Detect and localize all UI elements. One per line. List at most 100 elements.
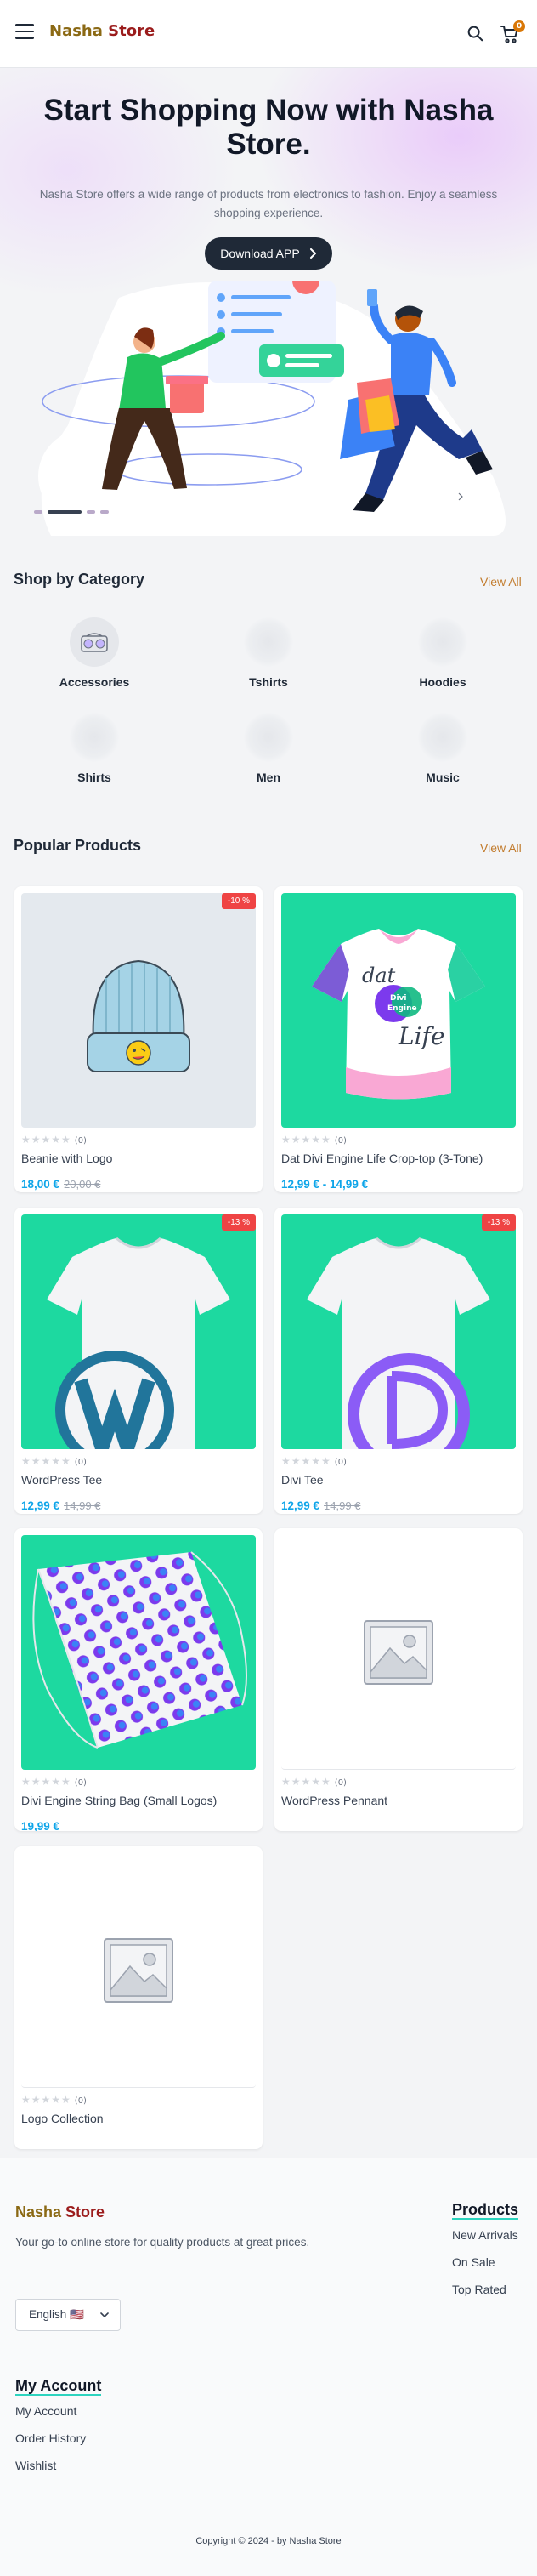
crop-top-text-engine: Engine xyxy=(387,1004,417,1013)
product-image-placeholder xyxy=(21,1853,256,2088)
copyright-text: Copyright © 2024 - by Nasha Store xyxy=(195,2536,342,2546)
language-selector[interactable]: English 🇺🇸 xyxy=(15,2299,121,2331)
rating-count: (0) xyxy=(334,1778,347,1788)
language-label: English 🇺🇸 xyxy=(29,2308,84,2321)
beanie-image xyxy=(87,959,190,1072)
crop-top-image: dat Divi Engine Life xyxy=(312,929,485,1100)
brand-logo[interactable]: Nasha Store xyxy=(49,22,155,40)
old-price: 20,00 € xyxy=(64,1178,101,1191)
rating-stars: ★★★★★ (0) xyxy=(21,2094,87,2106)
product-card-beanie[interactable]: -10 % ★★★★★ (0) Beanie with Logo 18,00 € 2… xyxy=(14,886,263,1192)
search-icon[interactable] xyxy=(466,24,484,43)
category-tshirts[interactable]: Tshirts xyxy=(201,617,336,689)
footer-link-my-account[interactable]: My Account xyxy=(15,2404,76,2418)
product-card-divi-tee[interactable]: -13 % ★★★★★ (0) Divi Tee 12,99 € 14,99 € xyxy=(274,1208,523,1514)
category-label: Music xyxy=(426,771,460,784)
footer-link-new-arrivals[interactable]: New Arrivals xyxy=(452,2228,518,2242)
current-price: 12,99 € - 14,99 € xyxy=(281,1178,369,1191)
string-bag-image xyxy=(32,1551,247,1749)
footer-link-top-rated[interactable]: Top Rated xyxy=(452,2283,506,2296)
rating-count: (0) xyxy=(74,1136,87,1146)
product-name: Beanie with Logo xyxy=(21,1152,113,1165)
hamburger-icon[interactable] xyxy=(15,24,34,39)
footer-brand-second: Store xyxy=(61,2204,105,2221)
footer-link-on-sale[interactable]: On Sale xyxy=(452,2255,495,2269)
rating-count: (0) xyxy=(334,1458,347,1467)
product-image-placeholder xyxy=(281,1535,516,1770)
category-label: Shirts xyxy=(77,771,111,784)
carousel-dot-active[interactable] xyxy=(48,510,82,514)
category-image xyxy=(244,617,293,667)
carousel-dot[interactable] xyxy=(100,510,109,514)
product-card-crop-top[interactable]: dat Divi Engine Life ★★★★★ (0) Dat Divi E… xyxy=(274,886,523,1192)
category-accessories[interactable]: Accessories xyxy=(26,617,162,689)
category-men[interactable]: Men xyxy=(201,713,336,784)
chevron-down-icon xyxy=(100,2312,109,2318)
product-name: WordPress Pennant xyxy=(281,1794,388,1807)
sale-badge: -13 % xyxy=(481,1214,516,1231)
rating-stars: ★★★★★ (0) xyxy=(21,1776,87,1788)
hero-description: Nasha Store offers a wide range of produ… xyxy=(39,188,498,219)
product-card-wordpress-pennant[interactable]: ★★★★★ (0) WordPress Pennant xyxy=(274,1528,523,1831)
footer-account-heading: My Account xyxy=(15,2377,102,2396)
product-image xyxy=(281,1214,516,1449)
hero-banner: Start Shopping Now with Nasha Store. Nas… xyxy=(0,68,537,544)
products-view-all-link[interactable]: View All xyxy=(480,841,522,855)
site-footer: Nasha Store Your go-to online store for … xyxy=(0,2158,537,2576)
product-card-wordpress-tee[interactable]: -13 % ★★★★★ (0) WordPress Tee 12,99 € 14,9… xyxy=(14,1208,263,1514)
rating-stars: ★★★★★ (0) xyxy=(281,1134,347,1146)
boombox-icon xyxy=(81,633,108,652)
popular-products-title: Popular Products xyxy=(14,837,142,854)
rating-stars: ★★★★★ (0) xyxy=(21,1455,87,1467)
carousel-dot[interactable] xyxy=(34,510,42,514)
sale-badge: -13 % xyxy=(221,1214,256,1231)
current-price: 18,00 € xyxy=(21,1178,60,1191)
product-price: 12,99 € 14,99 € xyxy=(281,1499,360,1512)
crop-top-text-dat: dat xyxy=(362,964,396,987)
footer-brand[interactable]: Nasha Store xyxy=(15,2204,105,2221)
current-price: 12,99 € xyxy=(281,1499,320,1512)
crop-top-text-life: Life xyxy=(398,1022,444,1050)
crop-top-text-divi: Divi xyxy=(390,994,407,1003)
product-card-string-bag[interactable]: ★★★★★ (0) Divi Engine String Bag (Small L… xyxy=(14,1528,263,1831)
product-card-logo-collection[interactable]: ★★★★★ (0) Logo Collection xyxy=(14,1846,263,2149)
product-price: 18,00 € 20,00 € xyxy=(21,1178,100,1191)
product-name: Divi Tee xyxy=(281,1473,324,1487)
brand-first: Nasha xyxy=(49,22,103,40)
product-name: WordPress Tee xyxy=(21,1473,103,1487)
product-name: Logo Collection xyxy=(21,2112,104,2125)
category-label: Hoodies xyxy=(419,675,466,689)
hero-illustration xyxy=(38,281,506,536)
category-image xyxy=(70,617,119,667)
category-label: Tshirts xyxy=(249,675,288,689)
cart-count-badge: 0 xyxy=(513,20,525,32)
hero-carousel-dots xyxy=(34,510,109,514)
category-image xyxy=(418,617,467,667)
rating-count: (0) xyxy=(74,1458,87,1467)
rating-stars: ★★★★★ (0) xyxy=(281,1455,347,1467)
categories-view-all-link[interactable]: View All xyxy=(480,575,522,589)
category-image xyxy=(244,713,293,762)
hero-title: Start Shopping Now with Nasha Store. xyxy=(43,94,494,161)
wordpress-tee-image xyxy=(47,1237,230,1449)
rating-stars: ★★★★★ (0) xyxy=(281,1776,347,1788)
category-music[interactable]: Music xyxy=(375,713,511,784)
carousel-dot[interactable] xyxy=(87,510,95,514)
product-price: 12,99 € 14,99 € xyxy=(21,1499,100,1512)
category-image xyxy=(418,713,467,762)
image-placeholder-icon xyxy=(364,1619,433,1685)
product-image xyxy=(21,1214,256,1449)
download-app-button[interactable]: Download APP xyxy=(205,237,332,270)
rating-count: (0) xyxy=(74,2096,87,2106)
footer-link-order-history[interactable]: Order History xyxy=(15,2431,86,2445)
product-price: 12,99 € - 14,99 € xyxy=(281,1178,368,1191)
footer-link-wishlist[interactable]: Wishlist xyxy=(15,2459,56,2472)
footer-products-heading: Products xyxy=(452,2201,519,2220)
product-image xyxy=(21,893,256,1128)
product-image: dat Divi Engine Life xyxy=(281,893,516,1128)
category-hoodies[interactable]: Hoodies xyxy=(375,617,511,689)
site-header: Nasha Store 0 xyxy=(0,0,537,68)
category-image xyxy=(70,713,119,762)
product-name: Divi Engine String Bag (Small Logos) xyxy=(21,1794,218,1807)
category-shirts[interactable]: Shirts xyxy=(26,713,162,784)
